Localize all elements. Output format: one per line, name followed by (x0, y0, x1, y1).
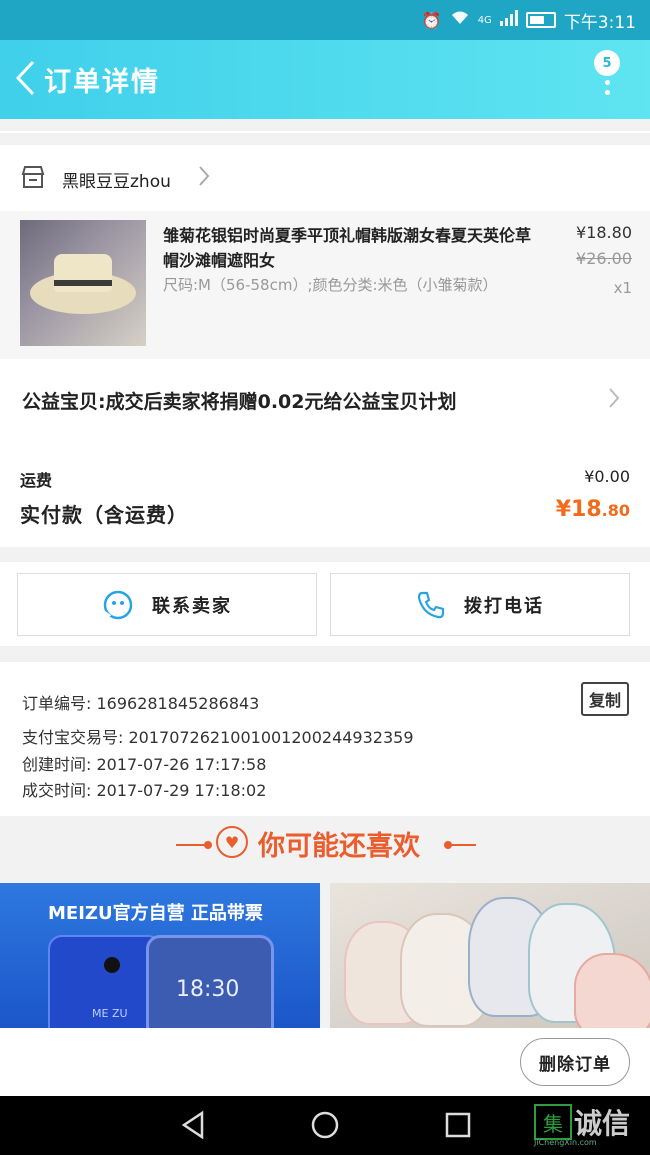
phone-clock-text: 18:30 (176, 977, 240, 1002)
product-original-price: ¥26.00 (576, 249, 632, 268)
recommend-card-meizu[interactable]: MEIZU官方自营 正品带票 18:30 ME ZU (0, 883, 320, 1028)
recommend-title: 你可能还喜欢 (258, 831, 420, 862)
order-item[interactable]: 雏菊花银铝时尚夏季平顶礼帽韩版潮女春夏天英伦草帽沙滩帽遮阳女 尺码:M（56-5… (0, 211, 650, 359)
recommend-card-sneakers[interactable] (330, 883, 650, 1028)
recommend-banner-text: MEIZU官方自营 正品带票 (48, 903, 263, 924)
nav-home-icon[interactable] (310, 1110, 340, 1144)
alarm-icon: ⏰ (421, 10, 442, 30)
divider (0, 131, 650, 133)
charity-text: 公益宝贝:成交后卖家将捐赠0.02元给公益宝贝计划 (22, 391, 457, 413)
contact-actions: 联系卖家 拨打电话 (0, 562, 650, 646)
heart-icon: ♥ (216, 826, 248, 858)
product-quantity: x1 (613, 279, 632, 297)
divider-dot (204, 841, 212, 849)
product-thumbnail[interactable] (20, 220, 146, 346)
product-title: 雏菊花银铝时尚夏季平顶礼帽韩版潮女春夏天英伦草帽沙滩帽遮阳女 (163, 226, 532, 270)
battery-icon (525, 12, 556, 28)
status-bar: ⏰ 4G 下午3:11 (0, 0, 650, 40)
product-price: ¥18.80 (576, 223, 632, 242)
shipping-label: 运费 (20, 471, 53, 490)
shop-row[interactable]: 黑眼豆豆zhou (0, 145, 650, 211)
contact-seller-label: 联系卖家 (152, 595, 232, 617)
copy-order-button[interactable]: 复制 (581, 682, 629, 716)
network-type: 4G (477, 14, 492, 26)
wifi-icon (450, 10, 470, 30)
divider-line (450, 844, 476, 846)
watermark-sub: JiChengXin.com (534, 1138, 597, 1147)
more-vertical-icon (605, 80, 610, 100)
completed-time: 成交时间: 2017-07-29 17:18:02 (22, 781, 267, 800)
recommend-heading: ♥ 你可能还喜欢 (0, 816, 650, 874)
status-time: 下午3:11 (563, 12, 636, 33)
alipay-number: 支付宝交易号: 2017072621001001200244932359 (22, 728, 414, 747)
contact-seller-button[interactable]: 联系卖家 (17, 573, 317, 636)
product-spec: 尺码:M（56-58cm）;颜色分类:米色（小雏菊款） (163, 276, 498, 294)
sneaker-image (574, 953, 650, 1028)
paid-amount: ¥18.80 (555, 497, 630, 522)
divider-line (176, 844, 206, 846)
nav-recents-icon[interactable] (443, 1110, 473, 1144)
call-phone-button[interactable]: 拨打电话 (330, 573, 630, 636)
charity-row[interactable]: 公益宝贝:成交后卖家将捐赠0.02元给公益宝贝计划 (0, 359, 650, 443)
chevron-right-icon (608, 387, 620, 413)
app-header: 订单详情 5 (0, 40, 650, 119)
delete-order-button[interactable]: 删除订单 (520, 1038, 630, 1086)
watermark-mark: 集 (534, 1104, 572, 1140)
page-title: 订单详情 (44, 67, 160, 98)
store-icon (20, 165, 46, 193)
system-nav-bar: 集 诚信 JiChengXin.com (0, 1096, 650, 1155)
order-info: 订单编号: 1696281845286843 支付宝交易号: 201707262… (0, 662, 650, 816)
chevron-right-icon (198, 165, 210, 191)
phone-icon (417, 591, 445, 618)
more-menu-button[interactable]: 5 (594, 50, 624, 110)
chat-bubble-icon (103, 590, 133, 620)
created-time: 创建时间: 2017-07-26 17:17:58 (22, 755, 267, 774)
nav-back-icon[interactable] (178, 1110, 208, 1144)
watermark-logo: 集 诚信 JiChengXin.com (532, 1102, 650, 1150)
call-phone-label: 拨打电话 (464, 595, 544, 617)
back-button[interactable] (10, 58, 40, 98)
paid-label: 实付款（含运费） (20, 503, 188, 527)
phone-brand-text: ME ZU (92, 1007, 128, 1020)
shop-name: 黑眼豆豆zhou (62, 172, 171, 192)
watermark-text: 诚信 (574, 1107, 631, 1140)
chevron-left-icon (15, 60, 35, 96)
shipping-value: ¥0.00 (584, 467, 630, 486)
bottom-action-bar: 删除订单 (0, 1028, 650, 1096)
totals-section: 运费 ¥0.00 实付款（含运费） ¥18.80 (0, 443, 650, 547)
signal-icon (499, 10, 518, 30)
order-number: 订单编号: 1696281845286843 (22, 694, 260, 713)
camera-image (104, 957, 120, 973)
message-badge: 5 (594, 50, 620, 76)
